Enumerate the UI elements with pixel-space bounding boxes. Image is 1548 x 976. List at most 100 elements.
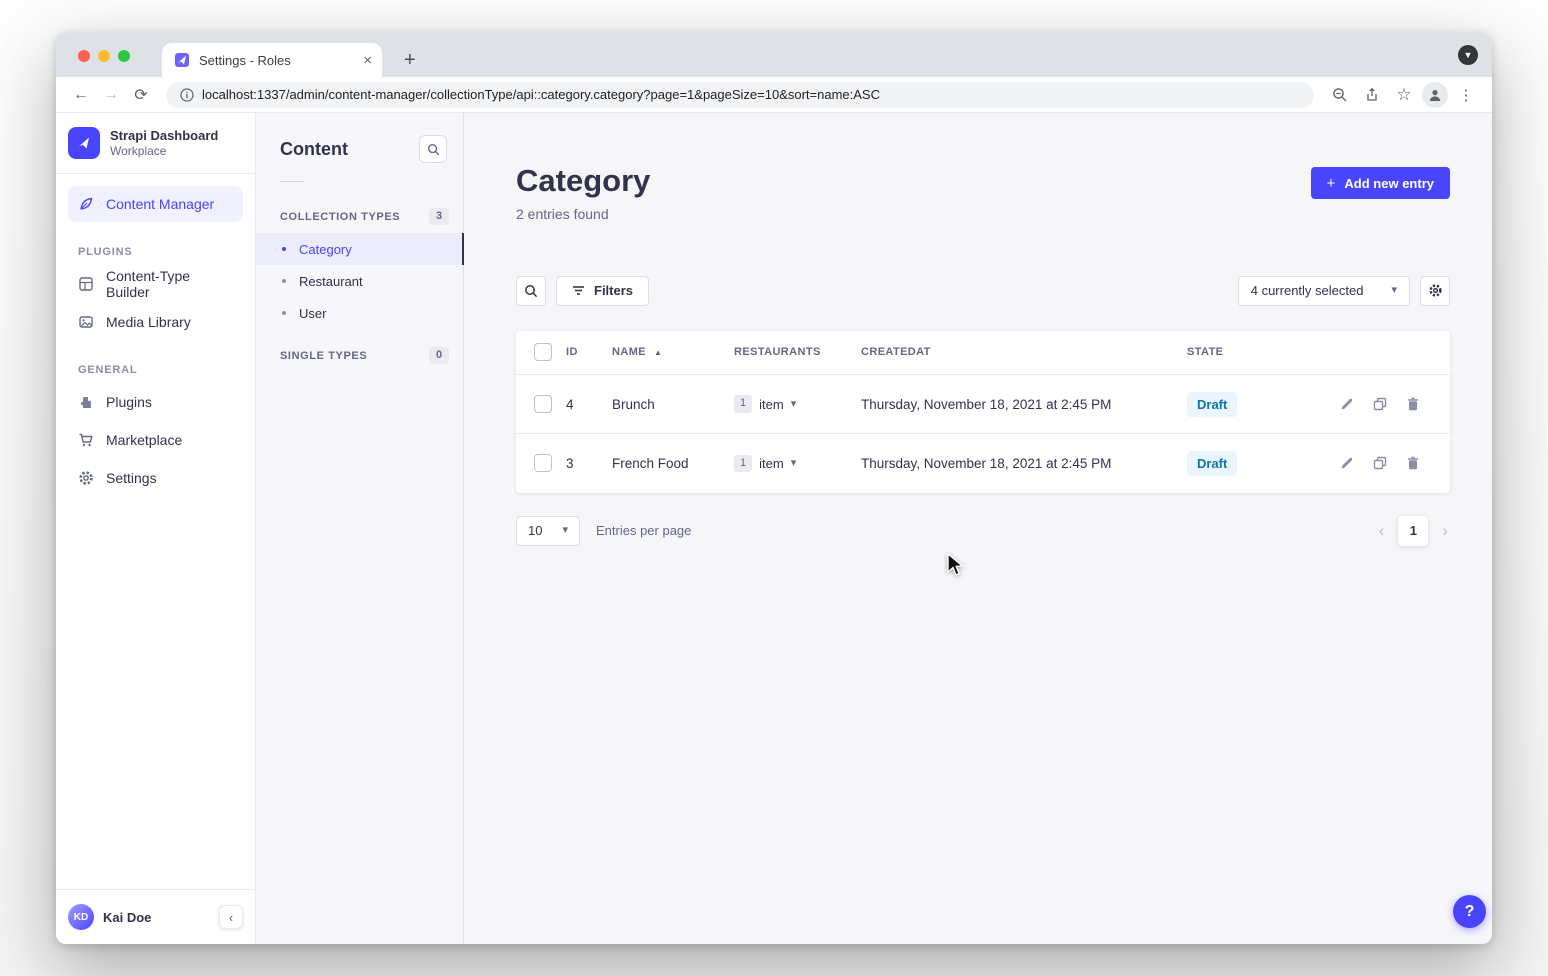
user-avatar[interactable]: KD bbox=[68, 904, 94, 930]
sidebar-nav: Content Manager bbox=[56, 174, 255, 224]
sidebar-item-settings[interactable]: Settings bbox=[68, 460, 243, 496]
duplicate-icon[interactable] bbox=[1373, 456, 1387, 470]
column-header-id[interactable]: ID bbox=[566, 331, 612, 375]
page-size-select[interactable]: 10 ▾ bbox=[516, 516, 580, 546]
subnav-item-restaurant[interactable]: Restaurant bbox=[256, 265, 463, 297]
cell-createdat: Thursday, November 18, 2021 at 2:45 PM bbox=[861, 375, 1187, 434]
edit-pencil-icon[interactable] bbox=[1340, 456, 1354, 470]
browser-profile-avatar[interactable] bbox=[1422, 82, 1448, 108]
add-new-entry-button[interactable]: + Add new entry bbox=[1311, 167, 1450, 199]
forward-button[interactable]: → bbox=[98, 82, 124, 108]
bullet-icon bbox=[282, 279, 286, 283]
sidebar-item-media-library[interactable]: Media Library bbox=[68, 304, 243, 340]
tab-strip: Settings - Roles × + ▼ bbox=[56, 33, 1492, 77]
row-checkbox[interactable] bbox=[534, 395, 552, 413]
sidebar-item-content-type-builder[interactable]: Content-Type Builder bbox=[68, 266, 243, 302]
table-header-row: ID NAME ▲ RESTAURANTS CREATEDAT STATE bbox=[516, 331, 1450, 375]
subnav-search-button[interactable] bbox=[419, 135, 447, 163]
sidebar-item-label: Content-Type Builder bbox=[106, 268, 233, 300]
collapse-sidebar-button[interactable]: ‹ bbox=[219, 905, 243, 929]
columns-select[interactable]: 4 currently selected ▾ bbox=[1238, 276, 1410, 306]
subnav-item-user[interactable]: User bbox=[256, 297, 463, 329]
cart-icon bbox=[78, 432, 94, 448]
cell-createdat: Thursday, November 18, 2021 at 2:45 PM bbox=[861, 434, 1187, 493]
group-title: SINGLE TYPES bbox=[280, 350, 367, 362]
relation-count-badge: 1 bbox=[734, 395, 752, 412]
gear-icon bbox=[78, 470, 94, 486]
back-button[interactable]: ← bbox=[68, 82, 94, 108]
duplicate-icon[interactable] bbox=[1373, 397, 1387, 411]
sidebar-item-plugins[interactable]: Plugins bbox=[68, 384, 243, 420]
zoom-out-icon[interactable] bbox=[1326, 81, 1354, 109]
share-icon[interactable] bbox=[1358, 81, 1386, 109]
media-library-icon bbox=[78, 314, 94, 330]
reload-button[interactable]: ⟳ bbox=[128, 82, 154, 108]
sidebar-item-marketplace[interactable]: Marketplace bbox=[68, 422, 243, 458]
chevron-down-icon: ▾ bbox=[1391, 285, 1397, 296]
gear-icon bbox=[1428, 283, 1443, 298]
workspace-subtitle: Workplace bbox=[110, 144, 218, 158]
next-page-icon[interactable]: › bbox=[1440, 522, 1450, 539]
sidebar-item-label: Content Manager bbox=[106, 196, 214, 212]
sidebar-item-label: Plugins bbox=[106, 394, 152, 410]
bookmark-star-icon[interactable]: ☆ bbox=[1390, 81, 1418, 109]
chevron-down-icon: ▾ bbox=[791, 399, 797, 410]
prev-page-icon[interactable]: ‹ bbox=[1377, 522, 1387, 539]
collection-types-header: COLLECTION TYPES 3 bbox=[256, 202, 463, 233]
column-header-name[interactable]: NAME ▲ bbox=[612, 331, 734, 375]
column-header-createdat[interactable]: CREATEDAT bbox=[861, 331, 1187, 375]
relation-count-badge: 1 bbox=[734, 455, 752, 472]
edit-pencil-icon[interactable] bbox=[1340, 397, 1354, 411]
cell-restaurants[interactable]: 1 item ▾ bbox=[734, 455, 861, 472]
column-header-restaurants[interactable]: RESTAURANTS bbox=[734, 331, 861, 375]
filters-label: Filters bbox=[594, 283, 633, 298]
plus-icon: + bbox=[1327, 176, 1336, 191]
collection-types-count-badge: 3 bbox=[429, 208, 449, 225]
subnav-item-label: Restaurant bbox=[299, 274, 363, 289]
sidebar-section-plugins: PLUGINS bbox=[56, 224, 255, 266]
close-window-button[interactable] bbox=[78, 50, 90, 62]
table-row[interactable]: 3 French Food 1 item ▾ Thursday, Novembe… bbox=[516, 434, 1450, 493]
help-button[interactable]: ? bbox=[1453, 895, 1486, 928]
url-bar[interactable]: localhost:1337/admin/content-manager/col… bbox=[166, 82, 1314, 108]
cell-id: 4 bbox=[566, 375, 612, 434]
subnav-item-category[interactable]: Category bbox=[256, 233, 463, 265]
page-number-current[interactable]: 1 bbox=[1398, 516, 1428, 546]
select-all-checkbox[interactable] bbox=[534, 343, 552, 361]
browser-tab[interactable]: Settings - Roles × bbox=[162, 43, 382, 77]
puzzle-icon bbox=[78, 394, 94, 410]
zoom-window-button[interactable] bbox=[118, 50, 130, 62]
table-row[interactable]: 4 Brunch 1 item ▾ Thursday, November 18,… bbox=[516, 375, 1450, 434]
column-header-state[interactable]: STATE bbox=[1187, 331, 1299, 375]
status-badge: Draft bbox=[1187, 451, 1237, 476]
entries-table: ID NAME ▲ RESTAURANTS CREATEDAT STATE bbox=[516, 331, 1450, 493]
bullet-icon bbox=[282, 247, 286, 251]
browser-profile-chevron-icon[interactable]: ▼ bbox=[1458, 45, 1478, 65]
strapi-logo bbox=[68, 127, 100, 159]
subnav-item-label: User bbox=[299, 306, 326, 321]
chevron-down-icon: ▾ bbox=[562, 525, 568, 536]
group-title: COLLECTION TYPES bbox=[280, 211, 400, 223]
bullet-icon bbox=[282, 311, 286, 315]
cell-restaurants[interactable]: 1 item ▾ bbox=[734, 395, 861, 412]
tab-close-icon[interactable]: × bbox=[363, 53, 372, 68]
table-settings-button[interactable] bbox=[1420, 276, 1450, 306]
new-tab-button[interactable]: + bbox=[404, 50, 416, 70]
browser-menu-icon[interactable]: ⋮ bbox=[1452, 81, 1480, 109]
minimize-window-button[interactable] bbox=[98, 50, 110, 62]
sidebar-item-label: Media Library bbox=[106, 314, 191, 330]
sidebar-item-content-manager[interactable]: Content Manager bbox=[68, 186, 243, 222]
filters-button[interactable]: Filters bbox=[556, 276, 649, 306]
delete-trash-icon[interactable] bbox=[1406, 397, 1420, 411]
site-info-icon[interactable] bbox=[180, 88, 194, 102]
main-content: Category 2 entries found + Add new entry… bbox=[464, 113, 1492, 944]
row-checkbox[interactable] bbox=[534, 454, 552, 472]
cell-name: Brunch bbox=[612, 375, 734, 434]
strapi-app: Strapi Dashboard Workplace Content Manag… bbox=[56, 113, 1492, 944]
delete-trash-icon[interactable] bbox=[1406, 456, 1420, 470]
table-search-button[interactable] bbox=[516, 276, 546, 306]
single-types-count-badge: 0 bbox=[429, 347, 449, 364]
add-new-entry-label: Add new entry bbox=[1344, 176, 1434, 191]
filter-icon bbox=[572, 285, 585, 296]
brand-header: Strapi Dashboard Workplace bbox=[56, 113, 255, 174]
